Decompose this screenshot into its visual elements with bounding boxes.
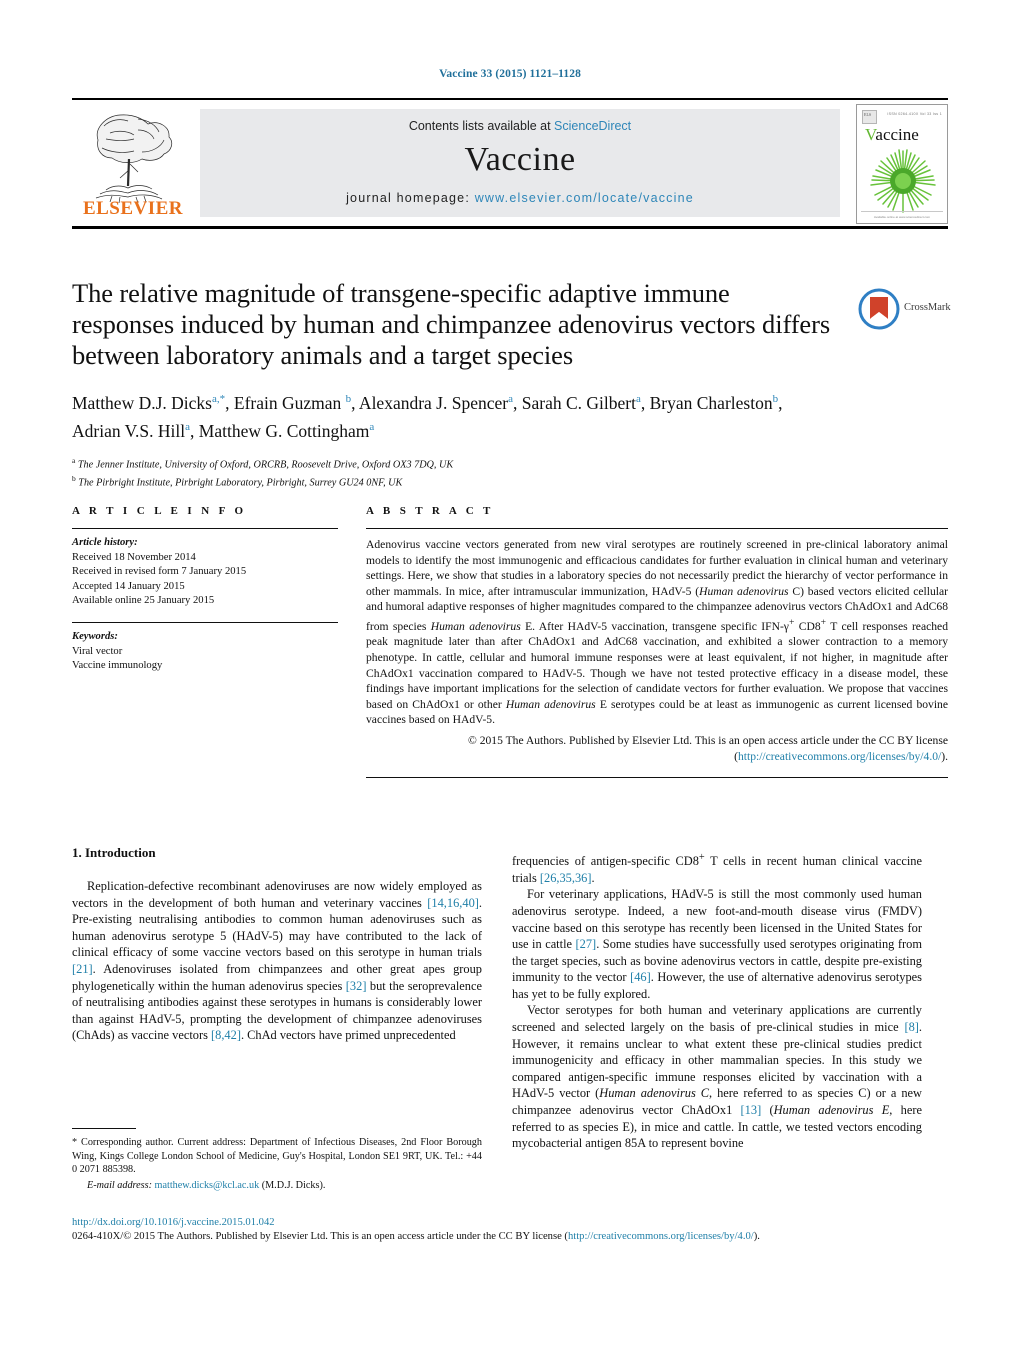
abstract-panel: A B S T R A C T Adenovirus vaccine vecto…	[366, 505, 949, 779]
issn-suffix: ).	[753, 1231, 760, 1242]
journal-cover-thumbnail: ELS ISSN 0264-410X Vol 33 Iss 1 Vaccine	[856, 104, 948, 224]
affiliation-b-text: The Pirbright Institute, Pirbright Labor…	[78, 477, 403, 489]
abstract-license-close: ).	[941, 749, 948, 763]
page-footer: http://dx.doi.org/10.1016/j.vaccine.2015…	[72, 1216, 948, 1244]
affiliation-b: b The Pirbright Institute, Pirbright Lab…	[72, 472, 832, 490]
affiliation-marker-b: b	[72, 474, 76, 484]
cover-virus-illustration	[867, 149, 939, 218]
footnote-email-label: E-mail address:	[87, 1179, 152, 1191]
author-list: Matthew D.J. Dicksa,*, Efrain Guzman b, …	[72, 392, 783, 441]
abstract-license-link[interactable]: http://creativecommons.org/licenses/by/4…	[738, 750, 941, 763]
title-block: The relative magnitude of transgene-spec…	[72, 278, 832, 490]
masthead-bottom-rule	[72, 226, 948, 229]
history-item: Received in revised form 7 January 2015	[72, 566, 247, 578]
journal-homepage-line: journal homepage: www.elsevier.com/locat…	[200, 191, 840, 205]
footnote-email-suffix: (M.D.J. Dicks).	[261, 1179, 326, 1191]
article-info-heading: A R T I C L E I N F O	[72, 505, 247, 517]
article-info-panel: A R T I C L E I N F O Article history: R…	[72, 505, 338, 674]
cover-elsevier-mark-label: ELS	[864, 112, 872, 117]
crossmark-badge[interactable]: CrossMark	[858, 288, 958, 332]
running-head: Vaccine 33 (2015) 1121–1128	[439, 68, 581, 80]
cover-elsevier-mark: ELS	[862, 110, 877, 124]
abstract-copyright-text: © 2015 The Authors. Published by Elsevie…	[468, 733, 948, 747]
abstract-bottom-rule	[366, 777, 948, 779]
body-column-right: frequencies of antigen-specific CD8+ T c…	[512, 852, 923, 1151]
article-info-rule	[72, 528, 338, 529]
page-title: The relative magnitude of transgene-spec…	[72, 278, 831, 370]
keyword-item: Vaccine immunology	[72, 660, 163, 672]
cover-title-initial: V	[865, 125, 876, 144]
sciencedirect-link[interactable]: ScienceDirect	[554, 119, 631, 133]
footnote-rule	[72, 1128, 136, 1129]
contents-prefix: Contents lists available at	[408, 119, 555, 133]
keywords-label: Keywords:	[72, 630, 118, 642]
crossmark-label: CrossMark	[904, 302, 951, 313]
history-item: Available online 25 January 2015	[72, 595, 215, 607]
affiliation-a-text: The Jenner Institute, University of Oxfo…	[77, 459, 454, 471]
keyword-item: Viral vector	[72, 645, 123, 657]
journal-masthead: ELSEVIER Contents lists available at Sci…	[72, 98, 948, 229]
paper-page: Vaccine 33 (2015) 1121–1128 ELSEVIER Con…	[0, 0, 1020, 1351]
virus-spikes-icon	[870, 149, 936, 213]
keywords-block: Keywords: Viral vector Vaccine immunolog…	[72, 630, 338, 674]
abstract-copyright: © 2015 The Authors. Published by Elsevie…	[366, 733, 948, 764]
history-item: Received 18 November 2014	[72, 551, 196, 563]
affiliations: a The Jenner Institute, University of Ox…	[72, 454, 832, 491]
affiliation-a: a The Jenner Institute, University of Ox…	[72, 454, 832, 472]
crossmark-icon[interactable]	[858, 288, 900, 330]
cover-divider	[861, 211, 943, 212]
abstract-text: Adenovirus vaccine vectors generated fro…	[366, 538, 949, 727]
journal-homepage-link[interactable]: www.elsevier.com/locate/vaccine	[475, 191, 694, 205]
keywords-rule	[72, 621, 338, 623]
corresponding-author-footnote: * Corresponding author. Current address:…	[72, 1128, 482, 1192]
masthead-top-rule	[72, 98, 948, 100]
contents-list-line: Contents lists available at ScienceDirec…	[200, 119, 840, 133]
section-heading-introduction: 1. Introduction	[72, 845, 156, 860]
body-column-left: Replication-defective recombinant adenov…	[72, 879, 482, 1043]
cover-meta-text: ISSN 0264-410X Vol 33 Iss 1	[887, 112, 942, 116]
footnote-email-line: E-mail address: matthew.dicks@kcl.ac.uk …	[72, 1179, 482, 1193]
cover-title-rest: accine	[875, 125, 919, 144]
issn-license-link[interactable]: http://creativecommons.org/licenses/by/4…	[568, 1231, 754, 1242]
issn-prefix: 0264-410X/© 2015 The Authors. Published …	[72, 1231, 568, 1242]
cover-topbar: ELS ISSN 0264-410X Vol 33 Iss 1	[862, 110, 942, 124]
doi-link[interactable]: http://dx.doi.org/10.1016/j.vaccine.2015…	[72, 1217, 275, 1228]
elsevier-tree-icon	[95, 114, 173, 204]
issn-copyright-line: 0264-410X/© 2015 The Authors. Published …	[72, 1230, 948, 1244]
history-item: Accepted 14 January 2015	[72, 580, 185, 592]
journal-banner: Contents lists available at ScienceDirec…	[200, 109, 840, 217]
cover-title: Vaccine	[865, 125, 919, 145]
affiliation-marker-a: a	[72, 455, 76, 465]
footnote-text: * Corresponding author. Current address:…	[72, 1136, 482, 1192]
homepage-prefix: journal homepage:	[346, 191, 475, 205]
footnote-address: * Corresponding author. Current address:…	[72, 1137, 482, 1176]
abstract-rule	[366, 528, 948, 529]
footnote-email-link[interactable]: matthew.dicks@kcl.ac.uk	[155, 1180, 260, 1191]
article-history: Article history: Received 18 November 20…	[72, 536, 338, 609]
elsevier-wordmark: ELSEVIER	[82, 198, 184, 219]
doi-line: http://dx.doi.org/10.1016/j.vaccine.2015…	[72, 1216, 948, 1230]
cover-footer-text: Available online at www.sciencedirect.co…	[873, 215, 931, 219]
journal-title: Vaccine	[464, 141, 576, 178]
article-history-label: Article history:	[72, 537, 138, 548]
abstract-heading: A B S T R A C T	[366, 505, 494, 517]
elsevier-logo: ELSEVIER	[76, 106, 188, 220]
